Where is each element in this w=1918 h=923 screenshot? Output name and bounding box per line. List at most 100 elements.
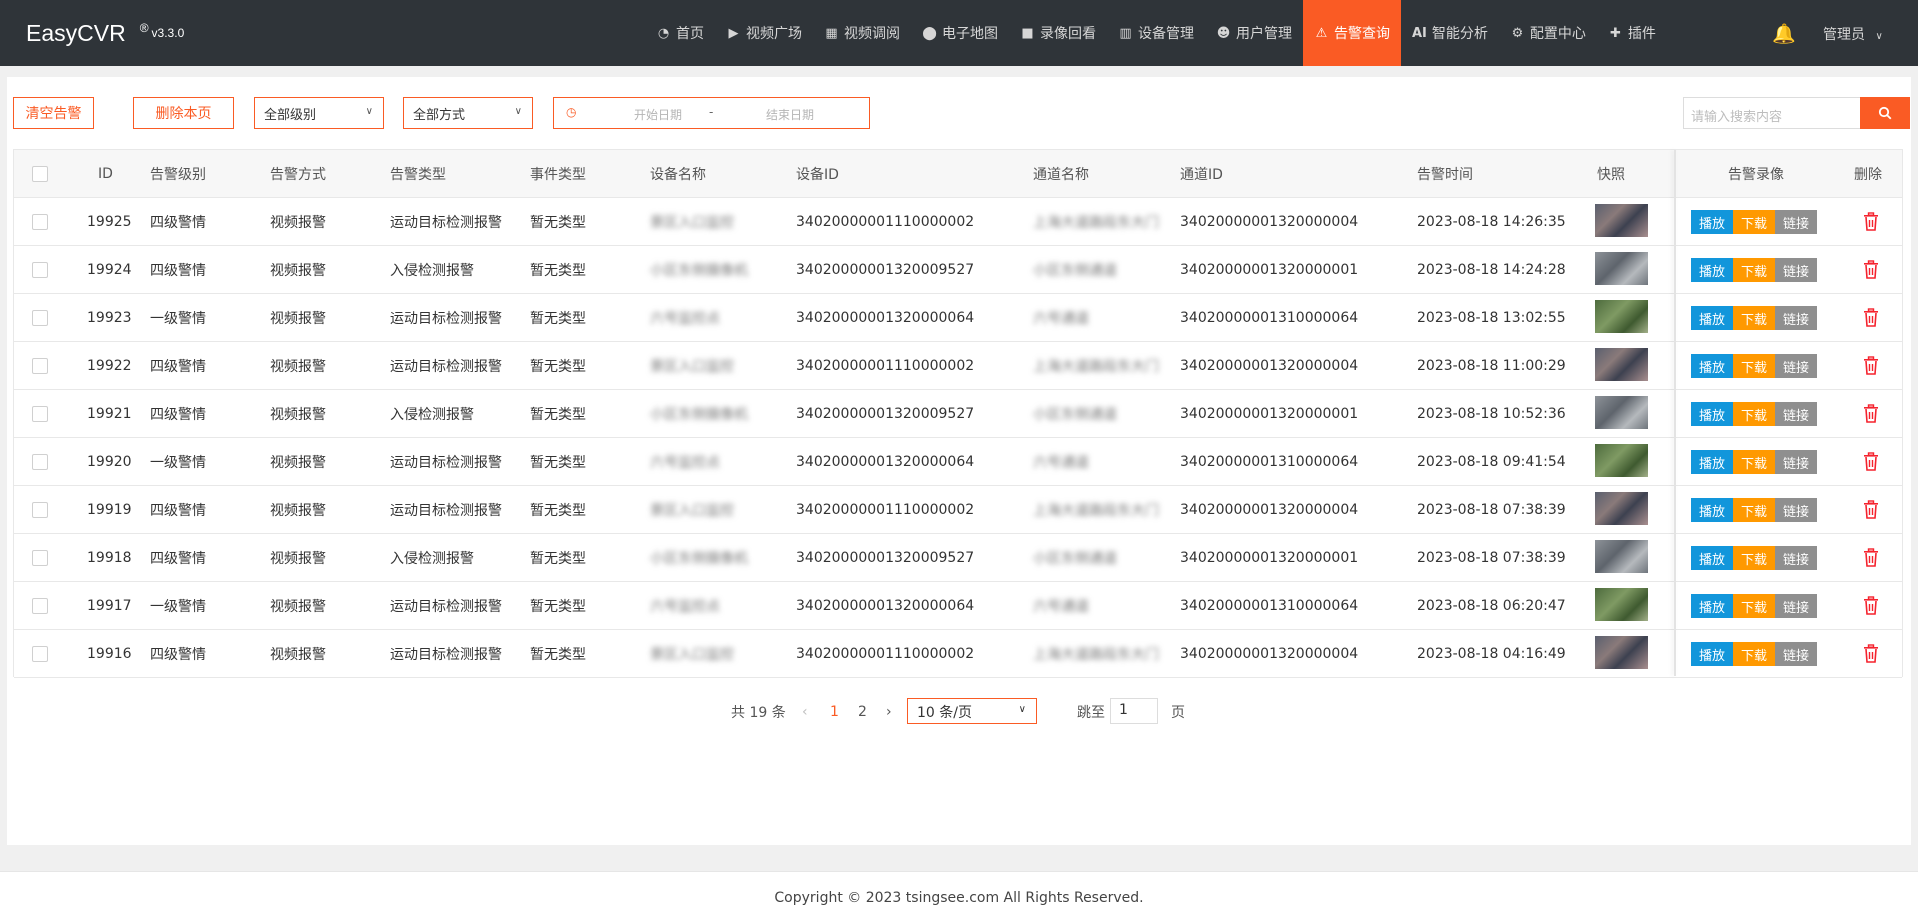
row-checkbox[interactable] <box>32 454 48 470</box>
nav-item-7[interactable]: ⚠ 告警查询 <box>1303 0 1401 66</box>
page-1[interactable]: 1 <box>830 699 839 725</box>
download-button[interactable]: 下载 <box>1733 546 1775 570</box>
trash-icon[interactable] <box>1862 404 1880 424</box>
snapshot-thumbnail[interactable] <box>1595 444 1648 477</box>
nav-label: 插件 <box>1627 26 1656 42</box>
play-button[interactable]: 播放 <box>1691 402 1733 426</box>
download-button[interactable]: 下载 <box>1733 450 1775 474</box>
play-button[interactable]: 播放 <box>1691 594 1733 618</box>
link-button[interactable]: 链接 <box>1775 546 1817 570</box>
method-select[interactable]: 全部方式 ∨ <box>403 97 533 129</box>
link-button[interactable]: 链接 <box>1775 642 1817 666</box>
nav-item-3[interactable]: ⬤ 电子地图 <box>911 0 1009 66</box>
app-logo[interactable]: EasyCVR ® v3.3.0 <box>26 20 184 47</box>
header-time: 告警时间 <box>1417 167 1473 183</box>
row-id: 19921 <box>87 406 132 422</box>
download-button[interactable]: 下载 <box>1733 210 1775 234</box>
download-button[interactable]: 下载 <box>1733 354 1775 378</box>
row-checkbox[interactable] <box>32 550 48 566</box>
link-button[interactable]: 链接 <box>1775 498 1817 522</box>
download-button[interactable]: 下载 <box>1733 642 1775 666</box>
delete-page-button[interactable]: 删除本页 <box>133 97 234 129</box>
nav-item-9[interactable]: ⚙ 配置中心 <box>1499 0 1597 66</box>
trash-icon[interactable] <box>1862 260 1880 280</box>
end-date-input[interactable]: 结束日期 <box>750 106 830 123</box>
search-input[interactable]: 请输入搜索内容 <box>1683 97 1861 129</box>
row-checkbox[interactable] <box>32 310 48 326</box>
nav-item-8[interactable]: AI 智能分析 <box>1401 0 1499 66</box>
link-button[interactable]: 链接 <box>1775 258 1817 282</box>
trash-icon[interactable] <box>1862 548 1880 568</box>
link-button[interactable]: 链接 <box>1775 450 1817 474</box>
notification-bell-icon[interactable]: 🔔 <box>1772 22 1796 45</box>
nav-item-0[interactable]: ◔ 首页 <box>645 0 715 66</box>
page-size-select[interactable]: 10 条/页 ∨ <box>907 698 1037 724</box>
nav-item-2[interactable]: ▦ 视频调阅 <box>813 0 911 66</box>
select-all-checkbox[interactable] <box>32 166 48 182</box>
play-button[interactable]: 播放 <box>1691 498 1733 522</box>
page-2[interactable]: 2 <box>858 699 867 725</box>
start-date-input[interactable]: 开始日期 <box>618 106 698 123</box>
row-checkbox[interactable] <box>32 262 48 278</box>
link-button[interactable]: 链接 <box>1775 594 1817 618</box>
link-button[interactable]: 链接 <box>1775 402 1817 426</box>
recording-actions: 播放 下载 链接 <box>1691 594 1817 618</box>
trash-icon[interactable] <box>1862 452 1880 472</box>
play-button[interactable]: 播放 <box>1691 306 1733 330</box>
trash-icon[interactable] <box>1862 596 1880 616</box>
next-page-icon[interactable]: › <box>886 699 892 725</box>
trash-icon[interactable] <box>1862 308 1880 328</box>
download-button[interactable]: 下载 <box>1733 306 1775 330</box>
snapshot-thumbnail[interactable] <box>1595 300 1648 333</box>
link-button[interactable]: 链接 <box>1775 354 1817 378</box>
snapshot-thumbnail[interactable] <box>1595 636 1648 669</box>
play-button[interactable]: 播放 <box>1691 546 1733 570</box>
row-checkbox[interactable] <box>32 646 48 662</box>
trash-icon[interactable] <box>1862 212 1880 232</box>
user-menu[interactable]: 管理员 ∨ <box>1823 24 1883 44</box>
snapshot-thumbnail[interactable] <box>1595 492 1648 525</box>
level-select[interactable]: 全部级别 ∨ <box>254 97 384 129</box>
row-checkbox[interactable] <box>32 406 48 422</box>
row-checkbox[interactable] <box>32 358 48 374</box>
link-button[interactable]: 链接 <box>1775 210 1817 234</box>
jump-page-input[interactable]: 1 <box>1110 698 1158 724</box>
dashboard-icon: ◔ <box>657 25 670 41</box>
snapshot-thumbnail[interactable] <box>1595 540 1648 573</box>
search-button[interactable] <box>1860 97 1910 129</box>
trash-icon[interactable] <box>1862 644 1880 664</box>
snapshot-thumbnail[interactable] <box>1595 204 1648 237</box>
prev-page-icon[interactable]: ‹ <box>802 699 808 725</box>
link-button[interactable]: 链接 <box>1775 306 1817 330</box>
snapshot-thumbnail[interactable] <box>1595 252 1648 285</box>
trash-icon[interactable] <box>1862 500 1880 520</box>
play-button[interactable]: 播放 <box>1691 354 1733 378</box>
nav-item-5[interactable]: ▥ 设备管理 <box>1107 0 1205 66</box>
nav-item-4[interactable]: ■ 录像回看 <box>1009 0 1107 66</box>
row-checkbox[interactable] <box>32 598 48 614</box>
play-button[interactable]: 播放 <box>1691 450 1733 474</box>
row-checkbox[interactable] <box>32 214 48 230</box>
trash-icon[interactable] <box>1862 356 1880 376</box>
play-button[interactable]: 播放 <box>1691 642 1733 666</box>
play-button[interactable]: 播放 <box>1691 210 1733 234</box>
clear-alarms-button[interactable]: 清空告警 <box>13 97 94 129</box>
download-button[interactable]: 下载 <box>1733 594 1775 618</box>
row-time: 2023-08-18 13:02:55 <box>1417 310 1566 326</box>
header-delete: 删除 <box>1854 167 1882 183</box>
row-checkbox[interactable] <box>32 502 48 518</box>
play-button[interactable]: 播放 <box>1691 258 1733 282</box>
row-channel-name: 上海大道路段东大门 <box>1033 215 1159 231</box>
row-time: 2023-08-18 11:00:29 <box>1417 358 1566 374</box>
snapshot-thumbnail[interactable] <box>1595 396 1648 429</box>
table-row: 19921 四级警情 视频报警 入侵检测报警 暂无类型 小区东侧摄像机 3402000000… <box>14 390 1902 438</box>
nav-item-1[interactable]: ▶ 视频广场 <box>715 0 813 66</box>
download-button[interactable]: 下载 <box>1733 402 1775 426</box>
nav-item-10[interactable]: ✚ 插件 <box>1597 0 1667 66</box>
date-range-picker[interactable]: ◷ 开始日期 - 结束日期 <box>553 97 870 129</box>
download-button[interactable]: 下载 <box>1733 258 1775 282</box>
nav-item-6[interactable]: ☻ 用户管理 <box>1205 0 1303 66</box>
snapshot-thumbnail[interactable] <box>1595 348 1648 381</box>
download-button[interactable]: 下载 <box>1733 498 1775 522</box>
snapshot-thumbnail[interactable] <box>1595 588 1648 621</box>
